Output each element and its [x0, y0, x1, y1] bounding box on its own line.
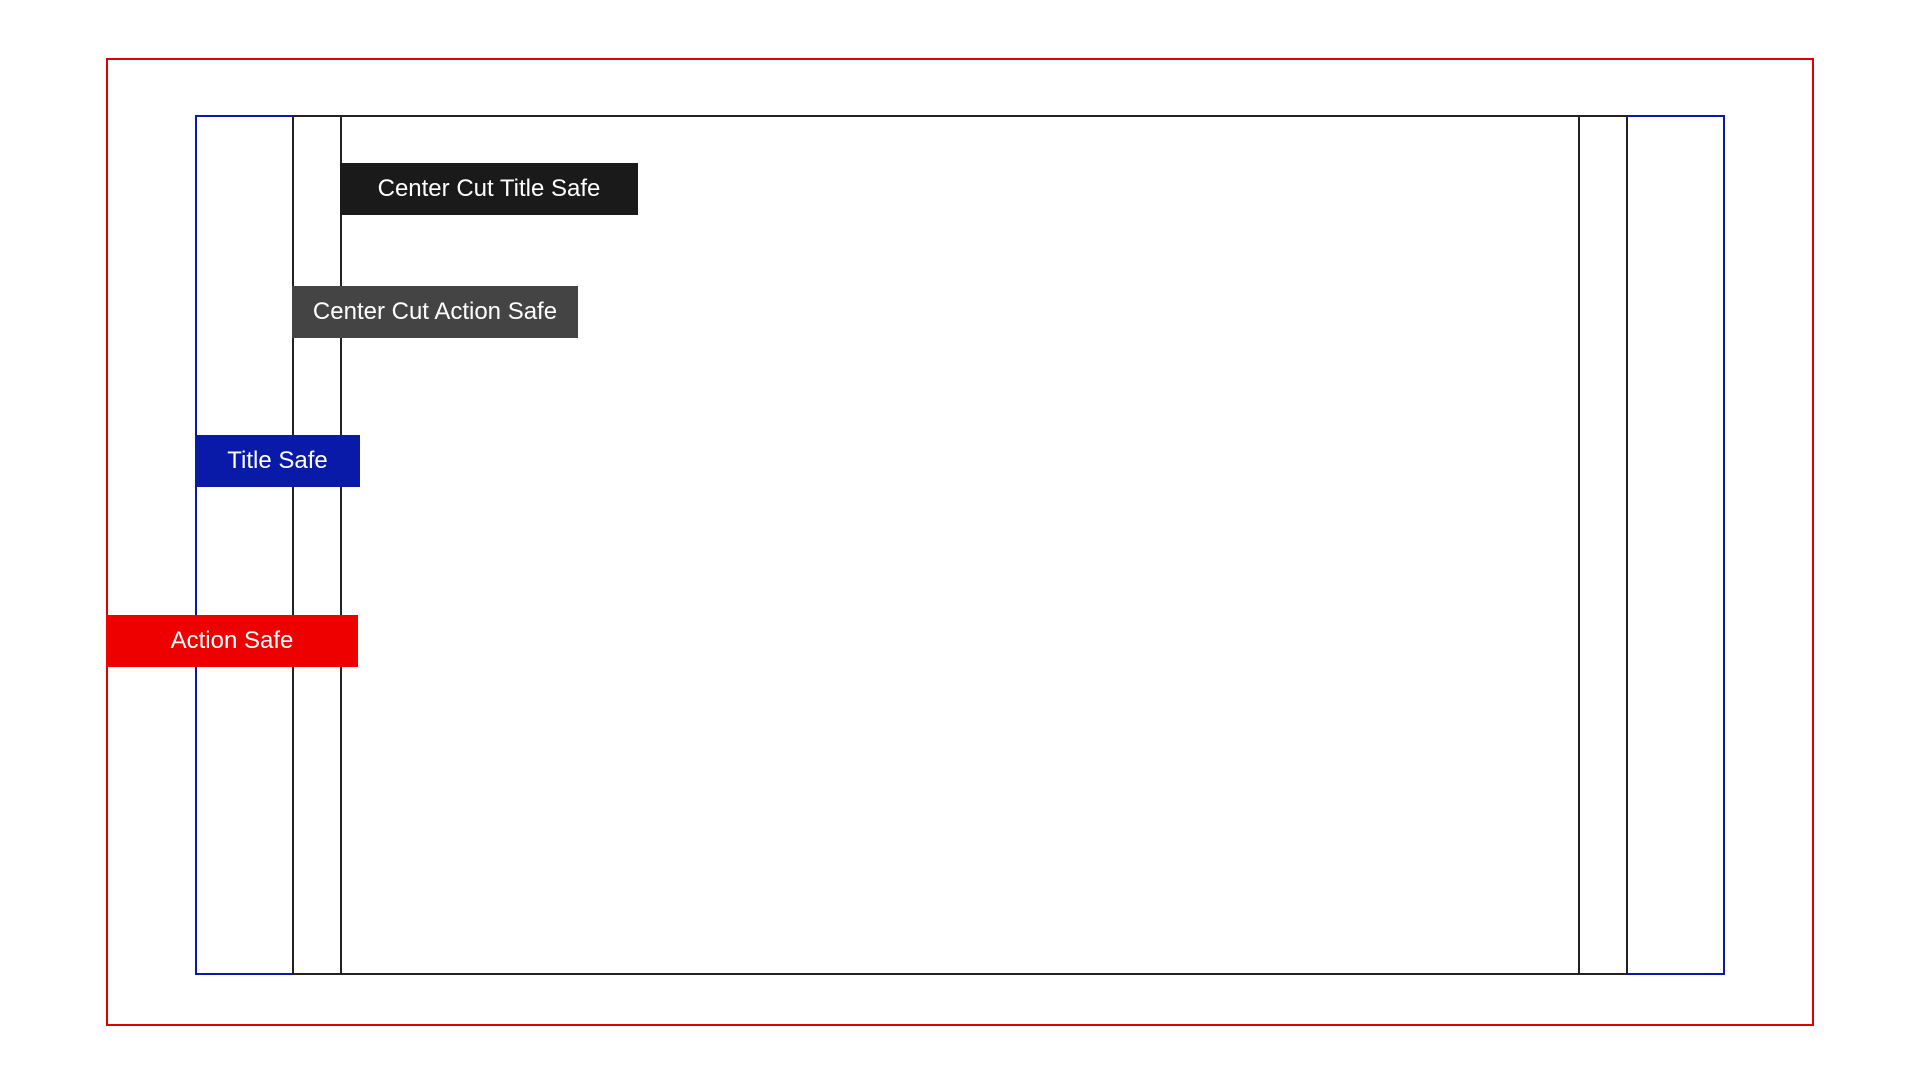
center-cut-title-safe-label: Center Cut Title Safe	[340, 163, 638, 215]
safe-area-diagram: Center Cut Title Safe Center Cut Action …	[0, 0, 1920, 1080]
center-cut-action-safe-label: Center Cut Action Safe	[292, 286, 578, 338]
center-cut-title-safe-frame	[340, 115, 1580, 975]
title-safe-label: Title Safe	[195, 435, 360, 487]
action-safe-label: Action Safe	[106, 615, 358, 667]
